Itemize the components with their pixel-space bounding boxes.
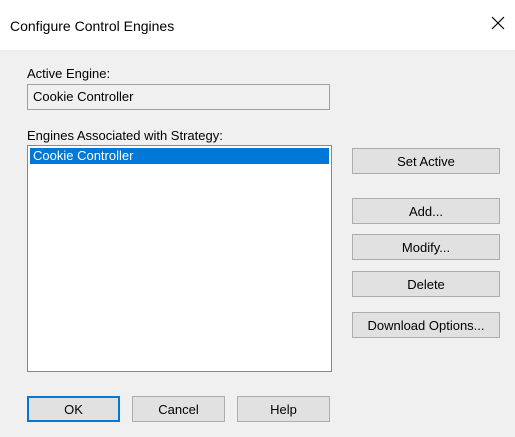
close-button[interactable] <box>483 8 513 38</box>
engines-listbox[interactable]: Cookie Controller <box>27 145 332 372</box>
ok-button[interactable]: OK <box>27 396 120 422</box>
dialog-title: Configure Control Engines <box>10 18 175 34</box>
title-bar: Configure Control Engines <box>0 0 515 50</box>
list-item[interactable]: Cookie Controller <box>30 148 329 164</box>
engines-list-label: Engines Associated with Strategy: <box>27 128 223 143</box>
active-engine-field: Cookie Controller <box>27 84 330 110</box>
active-engine-label: Active Engine: <box>27 66 111 81</box>
add-button[interactable]: Add... <box>352 198 500 224</box>
configure-control-engines-dialog: Configure Control Engines Active Engine:… <box>0 0 515 437</box>
modify-button[interactable]: Modify... <box>352 234 500 260</box>
close-icon <box>491 16 505 30</box>
cancel-button[interactable]: Cancel <box>132 396 225 422</box>
download-options-button[interactable]: Download Options... <box>352 312 500 338</box>
help-button[interactable]: Help <box>237 396 330 422</box>
delete-button[interactable]: Delete <box>352 271 500 297</box>
set-active-button[interactable]: Set Active <box>352 148 500 174</box>
